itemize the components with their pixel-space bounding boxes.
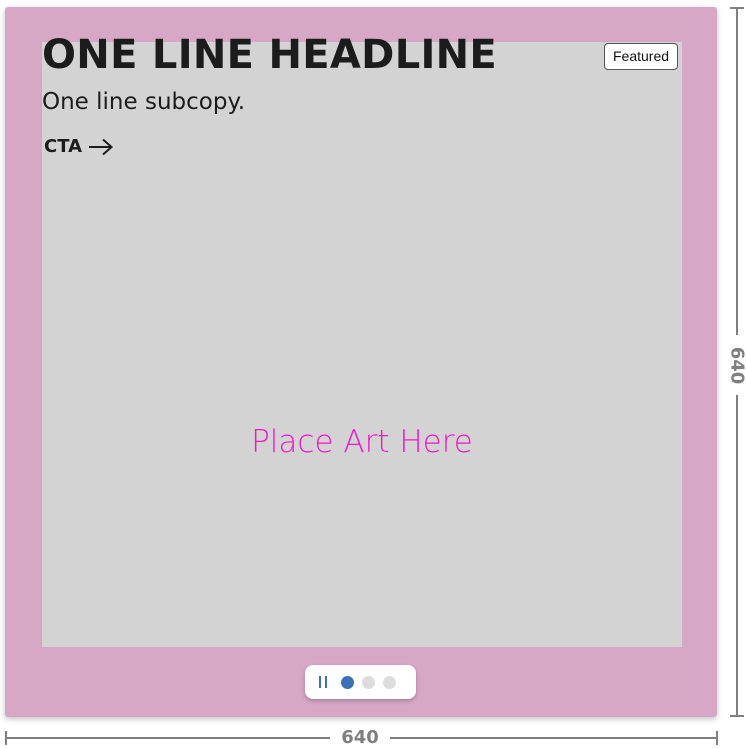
width-dimension-tick-right bbox=[716, 731, 718, 745]
cta-link[interactable]: CTA bbox=[44, 136, 114, 157]
width-dimension-tick-left bbox=[5, 731, 7, 745]
pager-dot-3[interactable] bbox=[383, 675, 396, 689]
height-dimension-tick-bottom bbox=[730, 715, 744, 717]
height-dimension-label-text: 640 bbox=[726, 346, 746, 384]
subcopy: One line subcopy. bbox=[42, 89, 246, 115]
stage: Place Art Here ONE LINE HEADLINE One lin… bbox=[0, 0, 746, 748]
pager-dot-2[interactable] bbox=[362, 675, 375, 689]
arrow-right-icon bbox=[88, 138, 114, 156]
hero-card: Place Art Here ONE LINE HEADLINE One lin… bbox=[5, 7, 717, 717]
pause-icon[interactable] bbox=[319, 676, 327, 688]
art-area: Place Art Here bbox=[42, 42, 682, 647]
cta-label: CTA bbox=[44, 136, 83, 157]
height-dimension-tick-top bbox=[730, 7, 744, 9]
height-dimension-label: 640 bbox=[725, 335, 746, 395]
pager-dot-1[interactable] bbox=[341, 675, 354, 689]
width-dimension-label: 640 bbox=[330, 727, 390, 748]
carousel-pager bbox=[305, 665, 416, 699]
art-placeholder-text: Place Art Here bbox=[251, 424, 473, 460]
headline: ONE LINE HEADLINE bbox=[42, 32, 498, 78]
featured-badge: Featured bbox=[604, 43, 679, 70]
